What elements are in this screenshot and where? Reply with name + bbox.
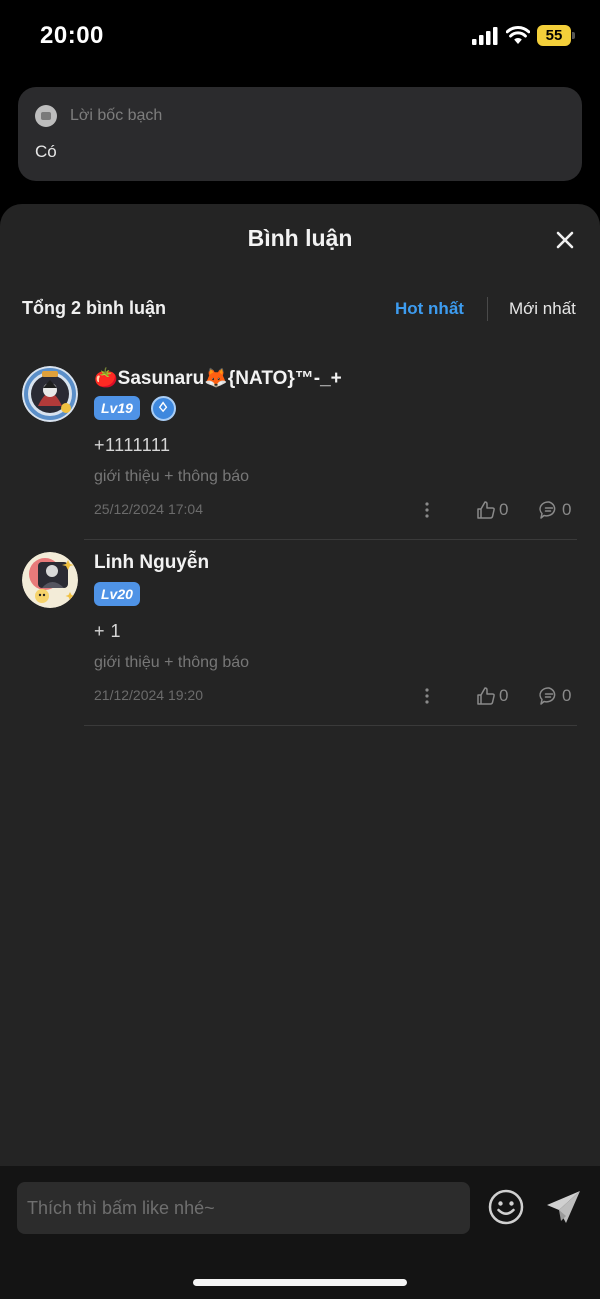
battery-tip — [572, 32, 575, 39]
more-vertical-icon[interactable] — [420, 685, 434, 707]
comment-tags[interactable]: giới thiệu + thông báo — [94, 654, 249, 672]
thumbs-up-icon — [477, 687, 495, 705]
chat-bubble-icon — [539, 687, 556, 705]
like-count: 0 — [499, 686, 509, 705]
like-button[interactable]: 0 — [476, 684, 522, 708]
comment-username[interactable]: 🍅Sasunaru🦊{NATO}™-_+ — [94, 366, 342, 390]
comment-text: + 1 — [94, 621, 122, 641]
reply-count: 0 — [562, 500, 572, 519]
comment-divider — [84, 725, 577, 726]
comment-total: Tổng 2 bình luận — [22, 298, 166, 318]
smiley-icon[interactable] — [487, 1188, 525, 1226]
cellular-signal-icon — [472, 27, 498, 45]
wifi-icon — [506, 25, 530, 44]
confession-label: Lời bốc bạch — [70, 107, 163, 124]
comment-timestamp: 21/12/2024 19:20 — [94, 687, 203, 703]
reply-count: 0 — [562, 686, 572, 705]
confession-card[interactable]: Lời bốc bạch Có — [18, 87, 582, 181]
comment-item: Linh Nguyễn Lv20 + 1 giới thiệu + thông … — [0, 552, 600, 738]
like-button[interactable]: 0 — [476, 498, 522, 522]
comment-divider — [84, 539, 577, 540]
chat-bubble-icon — [539, 501, 556, 519]
comment-input-bar — [0, 1166, 600, 1299]
battery-indicator: 55 — [537, 25, 575, 46]
home-indicator[interactable] — [193, 1279, 407, 1286]
comment-tags[interactable]: giới thiệu + thông báo — [94, 468, 249, 486]
avatar[interactable] — [22, 552, 78, 608]
sheet-title: Bình luận — [247, 225, 353, 251]
battery-level: 55 — [545, 27, 563, 44]
send-icon[interactable] — [545, 1188, 583, 1226]
level-badge: Lv20 — [94, 582, 140, 606]
sort-hot-tab[interactable]: Hot nhất — [395, 299, 464, 319]
avatar[interactable] — [22, 366, 78, 422]
comment-text: +1111111 — [94, 435, 171, 455]
reply-button[interactable]: 0 — [539, 684, 585, 708]
sort-divider — [487, 297, 488, 321]
close-icon[interactable] — [551, 226, 579, 254]
thumbs-up-icon — [477, 501, 495, 519]
sort-newest-tab[interactable]: Mới nhất — [509, 299, 576, 319]
confession-icon — [35, 105, 57, 127]
confession-text: Có — [35, 142, 57, 161]
comment-timestamp: 25/12/2024 17:04 — [94, 501, 203, 517]
comment-username[interactable]: Linh Nguyễn — [94, 552, 209, 574]
status-bar: 20:00 55 — [0, 0, 600, 70]
level-badge: Lv19 — [94, 396, 140, 420]
comment-input[interactable] — [17, 1182, 470, 1234]
comments-sheet: Bình luận Tổng 2 bình luận Hot nhất Mới … — [0, 204, 600, 1299]
more-vertical-icon[interactable] — [420, 499, 434, 521]
like-count: 0 — [499, 500, 509, 519]
comment-item: 🍅Sasunaru🦊{NATO}™-_+ Lv19 +1111111 giới … — [0, 366, 600, 552]
reply-button[interactable]: 0 — [539, 498, 585, 522]
status-time: 20:00 — [40, 22, 104, 49]
vip-badge-icon — [151, 396, 176, 421]
